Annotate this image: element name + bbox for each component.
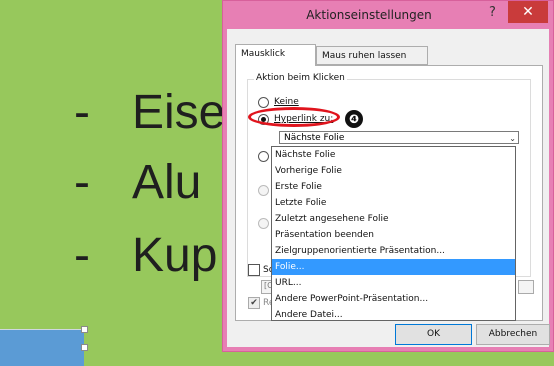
dropdown-item-custom-show[interactable]: Zielgruppenorientierte Präsentation... — [272, 243, 515, 259]
dialog-titlebar[interactable]: Aktionseinstellungen ? ✕ — [223, 1, 553, 29]
resize-handle[interactable] — [81, 344, 88, 351]
step-number-badge: ❹ — [345, 110, 363, 128]
close-button[interactable]: ✕ — [508, 1, 548, 23]
check-icon: ✔ — [250, 298, 258, 308]
bullet-line-3: - Kup — [74, 228, 217, 283]
dropdown-item-last-slide[interactable]: Letzte Folie — [272, 195, 515, 211]
bullet-dash: - — [74, 86, 90, 139]
dropdown-item-last-viewed[interactable]: Zuletzt angesehene Folie — [272, 211, 515, 227]
cancel-button[interactable]: Abbrechen — [476, 324, 550, 345]
dropdown-item-slide[interactable]: Folie... — [272, 259, 515, 275]
play-sound-checkbox[interactable] — [248, 264, 260, 276]
dialog-title: Aktionseinstellungen — [306, 8, 432, 22]
resize-handle[interactable] — [81, 326, 88, 333]
radio-none-label: Keine — [274, 97, 299, 107]
selected-rectangle-shape[interactable] — [0, 329, 84, 366]
hyperlink-select-value: Nächste Folie — [284, 133, 345, 143]
dropdown-item-next-slide[interactable]: Nächste Folie — [272, 147, 515, 163]
dropdown-item-url[interactable]: URL... — [272, 275, 515, 291]
bullet-dash: - — [74, 156, 90, 209]
red-highlight-ellipse — [248, 107, 340, 127]
bullet-line-2: - Alu — [74, 155, 201, 210]
dropdown-item-first-slide[interactable]: Erste Folie — [272, 179, 515, 195]
bullet-dash: - — [74, 229, 90, 282]
tab-mausklick[interactable]: Mausklick — [235, 44, 316, 66]
bullet-text: Eise — [132, 86, 226, 139]
radio-run-program[interactable] — [258, 151, 269, 162]
hyperlink-select[interactable]: Nächste Folie ⌄ — [279, 131, 519, 144]
dropdown-item-previous-slide[interactable]: Vorherige Folie — [272, 163, 515, 179]
chevron-down-icon[interactable]: ⌄ — [509, 132, 516, 145]
radio-macro — [258, 185, 269, 196]
dropdown-item-other-file[interactable]: Andere Datei... — [272, 307, 515, 323]
dropdown-item-end-show[interactable]: Präsentation beenden — [272, 227, 515, 243]
bullet-text: Kup — [132, 229, 218, 282]
hyperlink-dropdown-list: Nächste Folie Vorherige Folie Erste Foli… — [271, 146, 516, 321]
dropdown-item-other-ppt[interactable]: Andere PowerPoint-Präsentation... — [272, 291, 515, 307]
sound-dropdown-end — [518, 280, 534, 294]
bullet-line-1: - Eise — [74, 85, 225, 140]
radio-object-action — [258, 218, 269, 229]
bullet-text: Alu — [132, 156, 202, 209]
radio-none[interactable] — [258, 97, 269, 108]
ok-button[interactable]: OK — [395, 324, 472, 345]
highlight-checkbox: ✔ — [248, 297, 260, 309]
help-button[interactable]: ? — [489, 5, 496, 20]
group-label: Aktion beim Klicken — [254, 73, 347, 83]
tab-maus-ruhen[interactable]: Maus ruhen lassen auf — [316, 46, 428, 80]
close-icon: ✕ — [522, 4, 534, 20]
